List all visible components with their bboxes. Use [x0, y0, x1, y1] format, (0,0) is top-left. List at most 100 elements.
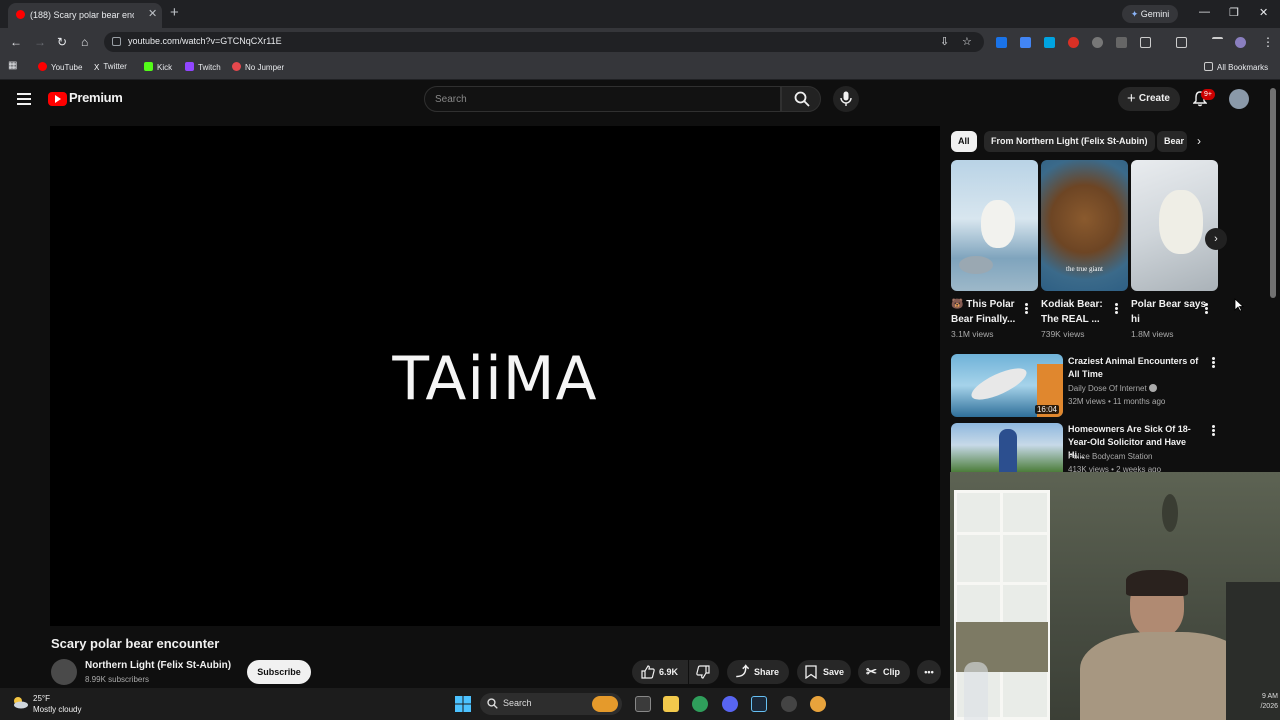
site-info-icon[interactable] [112, 37, 121, 46]
system-clock[interactable]: 9 AM/2026 [1244, 692, 1278, 712]
page-scrollbar[interactable] [1270, 88, 1276, 298]
save-button[interactable]: Save [797, 660, 851, 684]
taskbar-search[interactable]: Search [480, 693, 622, 715]
bookmark-star-icon[interactable]: ☆ [962, 35, 972, 48]
bookmark-twitch[interactable]: Twitch [185, 62, 221, 72]
notification-count-badge: 9+ [1201, 89, 1215, 100]
browser-tab-strip: (188) Scary polar bear enco ✕ + ✦ Gemini… [0, 0, 1280, 28]
new-tab-icon[interactable]: + [170, 4, 179, 21]
folder-icon [1204, 62, 1213, 71]
windows-start-icon[interactable] [455, 696, 471, 712]
video-channel-1[interactable]: Daily Dose Of Internet [1068, 384, 1157, 393]
voice-search-button[interactable] [833, 86, 859, 112]
video-overlay-logo-text: TAiiMA [392, 344, 598, 414]
close-window-icon[interactable]: ✕ [1259, 6, 1268, 19]
more-actions-button[interactable]: ••• [917, 660, 941, 684]
search-button[interactable] [781, 86, 821, 112]
all-bookmarks[interactable]: All Bookmarks [1204, 62, 1268, 72]
forward-icon[interactable]: → [34, 35, 46, 49]
hamburger-menu-icon[interactable] [17, 93, 31, 105]
discord-taskbar-icon[interactable] [722, 696, 738, 712]
short-thumbnail-1[interactable] [951, 160, 1038, 291]
gemini-sparkle-icon: ✦ [1130, 9, 1139, 19]
extension-icon-5[interactable] [1092, 37, 1103, 48]
clip-button[interactable]: ✂ Clip [858, 660, 910, 684]
short-3-kebab-icon[interactable] [1205, 303, 1208, 314]
bookmark-twitter[interactable]: X Twitter [94, 62, 127, 72]
account-avatar[interactable] [1229, 89, 1249, 109]
search-input[interactable] [433, 91, 763, 107]
minimize-icon[interactable]: — [1199, 6, 1210, 18]
short-2-kebab-icon[interactable] [1115, 303, 1118, 314]
obs-taskbar-icon[interactable] [781, 696, 797, 712]
media-control-icon[interactable] [1212, 37, 1223, 48]
bookmark-no-jumper[interactable]: No Jumper [232, 62, 284, 72]
back-icon[interactable]: ← [10, 35, 22, 49]
webcam-overlay [950, 472, 1280, 720]
channel-name[interactable]: Northern Light (Felix St-Aubin) [85, 660, 231, 671]
shorts-next-chevron-icon[interactable]: › [1205, 228, 1227, 250]
short-thumbnail-3[interactable] [1131, 160, 1218, 291]
task-view-icon[interactable] [635, 696, 651, 712]
youtube-premium-logo-text[interactable]: Premium [69, 90, 123, 105]
clip-label: Clip [883, 667, 900, 677]
short-views-3: 1.8M views [1131, 329, 1174, 339]
bookmark-kick[interactable]: Kick [144, 62, 172, 72]
windows-taskbar: 25°F Mostly cloudy Search [0, 688, 950, 720]
dislike-button[interactable] [689, 660, 719, 684]
video-player[interactable]: TAiiMA [50, 126, 940, 626]
video-channel-2[interactable]: Police Bodycam Station [1068, 452, 1153, 461]
chrome-taskbar-icon[interactable] [692, 696, 708, 712]
chip-bear[interactable]: Bear [1157, 131, 1187, 152]
bookmark-youtube[interactable]: YouTube [38, 62, 82, 72]
video-thumbnail-1[interactable]: 16:04 [951, 354, 1063, 417]
chip-from-channel[interactable]: From Northern Light (Felix St-Aubin) [984, 131, 1155, 152]
extensions-puzzle-icon[interactable] [1140, 37, 1151, 48]
video-2-kebab-icon[interactable] [1212, 425, 1215, 436]
short-title-2[interactable]: Kodiak Bear: The REAL ... [1041, 297, 1117, 327]
bookmark-save-icon [805, 665, 817, 679]
side-panel-icon[interactable] [1176, 37, 1187, 48]
extension-icon-3[interactable] [1044, 37, 1055, 48]
chrome-menu-icon[interactable]: ⋮ [1262, 35, 1274, 49]
subscribe-button[interactable]: Subscribe [247, 660, 311, 684]
close-tab-icon[interactable]: ✕ [148, 7, 157, 20]
chips-next-chevron-icon[interactable]: › [1197, 134, 1201, 148]
extension-icon-2[interactable] [1020, 37, 1031, 48]
like-button[interactable]: 6.9K [632, 660, 688, 684]
install-app-icon[interactable]: ⇩ [940, 35, 949, 48]
youtube-logo-icon[interactable] [48, 92, 67, 106]
home-icon[interactable]: ⌂ [81, 35, 88, 49]
video-1-kebab-icon[interactable] [1212, 357, 1215, 368]
share-button[interactable]: ⤴ Share [727, 660, 789, 684]
browser-tab-active[interactable]: (188) Scary polar bear enco ✕ [8, 3, 162, 28]
more-horizontal-icon: ••• [924, 667, 934, 677]
video-title-1[interactable]: Craziest Animal Encounters of All Time [1068, 355, 1204, 381]
extension-icon-4[interactable] [1068, 37, 1079, 48]
short-1-kebab-icon[interactable] [1025, 303, 1028, 314]
gemini-button[interactable]: ✦ Gemini [1122, 5, 1178, 23]
short-thumbnail-2[interactable]: the true giant [1041, 160, 1128, 291]
profile-avatar-icon[interactable] [1235, 37, 1246, 48]
channel-avatar[interactable] [51, 659, 77, 685]
taskbar-search-icon [487, 698, 498, 709]
video-thumbnail-2[interactable] [951, 423, 1063, 472]
maximize-icon[interactable]: ❐ [1229, 6, 1239, 19]
extension-icon-6[interactable] [1116, 37, 1127, 48]
steam-taskbar-icon[interactable] [751, 696, 767, 712]
address-toolbar: ← → ↻ ⌂ youtube.com/watch?v=GTCNqCXr11E … [0, 28, 1280, 56]
short-title-1[interactable]: 🐻 This Polar Bear Finally... [951, 297, 1027, 327]
chrome-profile-taskbar-icon[interactable] [810, 696, 826, 712]
file-explorer-icon[interactable] [663, 696, 679, 712]
mouse-cursor-icon [1234, 298, 1244, 312]
apps-grid-icon[interactable]: ▦ [8, 60, 17, 71]
twitch-icon [185, 62, 194, 71]
video-duration: 16:04 [1034, 405, 1059, 414]
short-title-3[interactable]: Polar Bear says hi [1131, 297, 1207, 327]
short-views-2: 739K views [1041, 329, 1085, 339]
reload-icon[interactable]: ↻ [57, 35, 67, 49]
extension-icon-1[interactable] [996, 37, 1007, 48]
create-button[interactable]: + Create [1118, 87, 1180, 111]
chip-all[interactable]: All [951, 131, 977, 152]
address-bar[interactable]: youtube.com/watch?v=GTCNqCXr11E [104, 32, 984, 52]
